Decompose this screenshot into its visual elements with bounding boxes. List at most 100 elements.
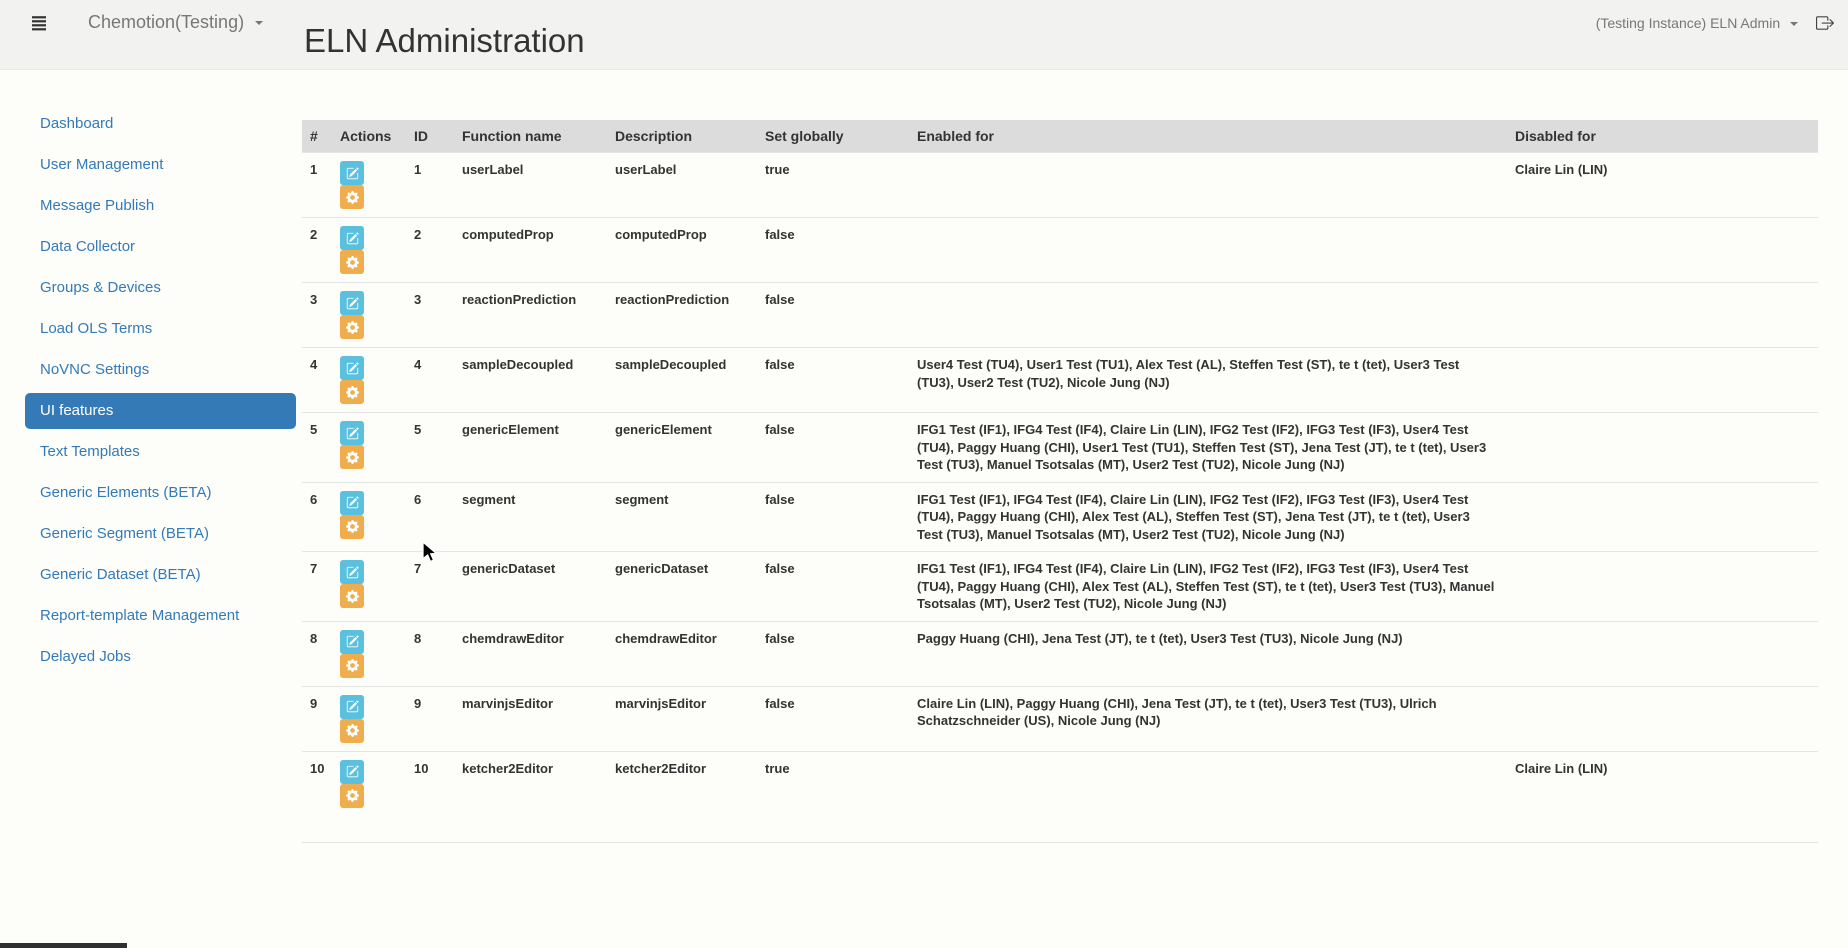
pencil-square-icon	[346, 362, 359, 375]
row-actions-cell	[332, 751, 406, 842]
col-header-description: Description	[607, 120, 757, 153]
caret-down-icon	[1790, 22, 1798, 26]
sidebar-item-message-publish[interactable]: Message Publish	[25, 188, 296, 224]
bottom-edge-strip	[0, 943, 127, 948]
sidebar-item-ui-features[interactable]: UI features	[25, 393, 296, 429]
row-actions-cell	[332, 218, 406, 283]
pencil-square-icon	[346, 297, 359, 310]
function-name-cell: computedProp	[454, 218, 607, 283]
permissions-button[interactable]	[340, 185, 364, 209]
user-dropdown[interactable]: (Testing Instance) ELN Admin	[1596, 15, 1798, 31]
edit-button[interactable]	[340, 760, 364, 784]
gear-icon	[346, 256, 359, 269]
description-cell: sampleDecoupled	[607, 348, 757, 413]
gear-icon	[346, 191, 359, 204]
permissions-button[interactable]	[340, 250, 364, 274]
table-row: 7 7 genericDataset genericDataset false …	[302, 552, 1818, 622]
sidebar-item-label: UI features	[40, 402, 113, 419]
function-name-cell: genericElement	[454, 413, 607, 483]
edit-button[interactable]	[340, 356, 364, 380]
gear-icon	[346, 724, 359, 737]
set-globally-cell: false	[757, 686, 909, 751]
disabled-for-cell	[1507, 348, 1818, 413]
sidebar-item-novnc-settings[interactable]: NoVNC Settings	[25, 352, 296, 388]
pencil-square-icon	[346, 635, 359, 648]
gear-icon	[346, 386, 359, 399]
permissions-button[interactable]	[340, 515, 364, 539]
row-actions-cell	[332, 283, 406, 348]
brand-dropdown[interactable]: Chemotion(Testing)	[88, 12, 263, 33]
function-name-cell: ketcher2Editor	[454, 751, 607, 842]
row-number-cell: 9	[302, 686, 332, 751]
ui-features-table: # Actions ID Function name Description S…	[302, 120, 1818, 843]
features-table-head-row: # Actions ID Function name Description S…	[302, 120, 1818, 153]
pencil-square-icon	[346, 167, 359, 180]
description-cell: userLabel	[607, 153, 757, 218]
function-name-cell: genericDataset	[454, 552, 607, 622]
permissions-button[interactable]	[340, 784, 364, 808]
permissions-button[interactable]	[340, 584, 364, 608]
pencil-square-icon	[346, 700, 359, 713]
table-row: 8 8 chemdrawEditor chemdrawEditor false …	[302, 621, 1818, 686]
sidebar-item-groups-devices[interactable]: Groups & Devices	[25, 270, 296, 306]
row-actions-cell	[332, 686, 406, 751]
features-table-body: 1 1 userLabel userLabel true Claire Lin …	[302, 153, 1818, 843]
pencil-square-icon	[346, 427, 359, 440]
sidebar-item-label: Load OLS Terms	[40, 320, 152, 337]
disabled-for-cell	[1507, 283, 1818, 348]
disabled-for-cell: Claire Lin (LIN)	[1507, 751, 1818, 842]
sidebar-item-user-management[interactable]: User Management	[25, 147, 296, 183]
edit-button[interactable]	[340, 560, 364, 584]
gear-icon	[346, 789, 359, 802]
description-cell: reactionPrediction	[607, 283, 757, 348]
row-id-cell: 2	[406, 218, 454, 283]
enabled-for-cell	[909, 751, 1507, 842]
col-header-disabled-for: Disabled for	[1507, 120, 1818, 153]
row-number-cell: 2	[302, 218, 332, 283]
gear-icon	[346, 321, 359, 334]
edit-button[interactable]	[340, 695, 364, 719]
permissions-button[interactable]	[340, 315, 364, 339]
sidebar-item-label: Generic Segment (BETA)	[40, 525, 209, 542]
edit-button[interactable]	[340, 161, 364, 185]
sidebar-item-report-template-management[interactable]: Report-template Management	[25, 598, 296, 634]
set-globally-cell: false	[757, 552, 909, 622]
permissions-button[interactable]	[340, 719, 364, 743]
edit-button[interactable]	[340, 226, 364, 250]
menu-toggle-icon[interactable]	[30, 15, 48, 31]
table-row: 6 6 segment segment false IFG1 Test (IF1…	[302, 482, 1818, 552]
sidebar-item-label: Dashboard	[40, 115, 113, 132]
edit-button[interactable]	[340, 291, 364, 315]
sidebar-item-load-ols-terms[interactable]: Load OLS Terms	[25, 311, 296, 347]
permissions-button[interactable]	[340, 445, 364, 469]
row-number-cell: 6	[302, 482, 332, 552]
permissions-button[interactable]	[340, 654, 364, 678]
sidebar-item-data-collector[interactable]: Data Collector	[25, 229, 296, 265]
logout-icon[interactable]	[1816, 14, 1834, 32]
sidebar-item-generic-elements-beta[interactable]: Generic Elements (BETA)	[25, 475, 296, 511]
row-number-cell: 10	[302, 751, 332, 842]
sidebar-item-label: User Management	[40, 156, 163, 173]
set-globally-cell: true	[757, 751, 909, 842]
edit-button[interactable]	[340, 630, 364, 654]
function-name-cell: segment	[454, 482, 607, 552]
sidebar-item-label: Groups & Devices	[40, 279, 161, 296]
sidebar-item-generic-segment-beta[interactable]: Generic Segment (BETA)	[25, 516, 296, 552]
row-id-cell: 5	[406, 413, 454, 483]
set-globally-cell: false	[757, 348, 909, 413]
edit-button[interactable]	[340, 421, 364, 445]
edit-button[interactable]	[340, 491, 364, 515]
permissions-button[interactable]	[340, 380, 364, 404]
sidebar-item-delayed-jobs[interactable]: Delayed Jobs	[25, 639, 296, 675]
sidebar-item-dashboard[interactable]: Dashboard	[25, 106, 296, 142]
description-cell: marvinjsEditor	[607, 686, 757, 751]
table-row: 2 2 computedProp computedProp false	[302, 218, 1818, 283]
sidebar-item-generic-dataset-beta[interactable]: Generic Dataset (BETA)	[25, 557, 296, 593]
disabled-for-cell	[1507, 482, 1818, 552]
row-id-cell: 1	[406, 153, 454, 218]
row-number-cell: 5	[302, 413, 332, 483]
sidebar-item-text-templates[interactable]: Text Templates	[25, 434, 296, 470]
row-number-cell: 4	[302, 348, 332, 413]
description-cell: genericDataset	[607, 552, 757, 622]
disabled-for-cell	[1507, 552, 1818, 622]
